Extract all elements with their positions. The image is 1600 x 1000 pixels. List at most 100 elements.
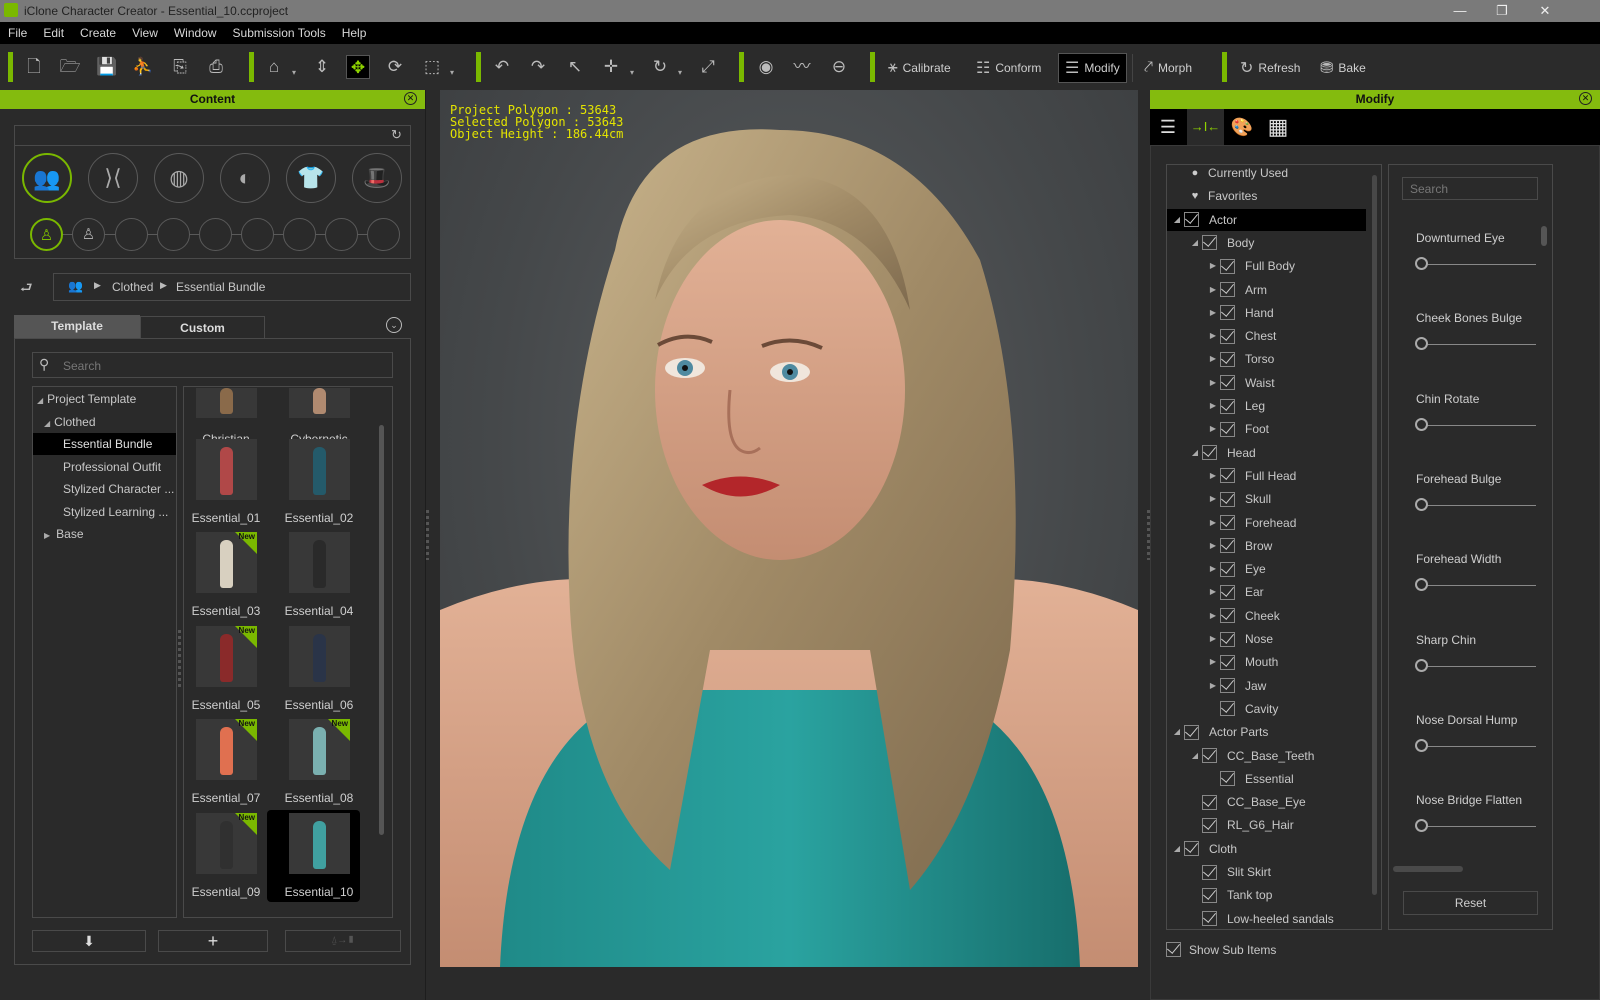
morph-tree-item[interactable]: ▶ Full Head (1206, 465, 1296, 487)
rotate-icon[interactable]: ↻ (648, 55, 672, 79)
morph-tree-item[interactable]: ▶ Torso (1206, 348, 1274, 370)
empty-slot[interactable] (157, 218, 190, 251)
slider-knob[interactable] (1415, 257, 1428, 270)
checkbox[interactable] (1220, 701, 1235, 717)
checkbox[interactable] (1220, 258, 1235, 274)
morph-tree-item[interactable]: ▶ Ear (1206, 581, 1264, 603)
morph-category-icon[interactable]: ⟩⟨ (88, 153, 138, 203)
tree-item[interactable]: ◢ Clothed (33, 411, 176, 433)
menu-submission-tools[interactable]: Submission Tools (225, 22, 334, 44)
item-thumbnail[interactable] (289, 388, 350, 418)
checkbox[interactable] (1220, 561, 1235, 577)
slider-track[interactable] (1421, 344, 1536, 346)
scale-icon[interactable]: ⤢ (696, 55, 720, 79)
appearance-tab-icon[interactable]: 🎨 (1224, 109, 1260, 145)
checkbox[interactable] (1220, 654, 1235, 670)
checkbox[interactable] (1202, 794, 1217, 810)
open-folder-icon[interactable]: 🗁 (58, 55, 82, 79)
menu-window[interactable]: Window (166, 22, 225, 44)
empty-slot[interactable] (241, 218, 274, 251)
morph-tree-item[interactable]: Low-heeled sandals (1188, 908, 1334, 930)
breadcrumb-item[interactable]: Clothed (112, 280, 153, 294)
save-icon[interactable]: 💾 (95, 55, 119, 79)
morph-tree-item[interactable]: ♥ Favorites (1188, 185, 1258, 207)
morph-tree-item[interactable]: ◢ CC_Base_Teeth (1188, 745, 1314, 767)
checkbox[interactable] (1202, 445, 1217, 461)
item-thumbnail[interactable]: New (289, 719, 350, 780)
item-thumbnail[interactable] (196, 388, 257, 418)
menu-view[interactable]: View (124, 22, 166, 44)
move-icon[interactable]: ✛ (599, 55, 623, 79)
item-thumbnail[interactable]: New (196, 532, 257, 593)
morph-tree-item[interactable]: RL_G6_Hair (1188, 814, 1294, 836)
checkbox[interactable] (1220, 328, 1235, 344)
collapsed-icon[interactable]: ▶ (1206, 605, 1220, 627)
morph-tree-item[interactable]: ▶ Brow (1206, 535, 1272, 557)
slider-track[interactable] (1421, 424, 1536, 426)
add-button[interactable]: + (158, 930, 268, 952)
slider-track[interactable] (1421, 826, 1536, 828)
chevron-down-icon[interactable]: ⌄ (386, 317, 402, 333)
morph-tree-item[interactable]: ▶ Arm (1206, 279, 1267, 301)
tree-item[interactable]: ◢ Project Template (33, 388, 176, 410)
apply-button[interactable]: ⬇ (32, 930, 146, 952)
scrollbar[interactable] (1372, 175, 1377, 895)
expanded-icon[interactable]: ◢ (1188, 232, 1202, 254)
collapsed-icon[interactable]: ▶ (1206, 325, 1220, 347)
expanded-icon[interactable]: ◢ (1170, 721, 1184, 743)
morph-tree-item[interactable]: ▶ Chest (1206, 325, 1276, 347)
clothed-subcategory-icon[interactable]: ♙ (30, 218, 63, 251)
slider-track[interactable] (1421, 665, 1536, 667)
menu-edit[interactable]: Edit (35, 22, 72, 44)
show-sub-items-checkbox[interactable]: Show Sub Items (1166, 942, 1276, 957)
collapsed-icon[interactable]: ▶ (1206, 302, 1220, 324)
import-icon[interactable]: ⎘ (168, 55, 192, 79)
morph-tree-item[interactable]: ▶ Foot (1206, 418, 1269, 440)
collapsed-icon[interactable]: ▶ (1206, 279, 1220, 301)
tree-item[interactable]: Stylized Character ... (33, 478, 176, 500)
collapsed-icon[interactable]: ▶ (1206, 395, 1220, 417)
slider-knob[interactable] (1415, 417, 1428, 431)
morph-tree-item[interactable]: ◢ Body (1188, 232, 1254, 254)
checkbox[interactable] (1220, 538, 1235, 554)
breadcrumb-item[interactable]: Essential Bundle (176, 280, 265, 294)
collapsed-icon[interactable]: ▶ (1206, 255, 1220, 277)
slider-track[interactable] (1421, 264, 1536, 265)
item-thumbnail[interactable] (196, 438, 257, 500)
export-character-icon[interactable]: ⛹ (131, 55, 155, 79)
expanded-icon[interactable]: ◢ (1188, 745, 1202, 767)
checkbox[interactable] (1220, 491, 1235, 507)
checkbox[interactable] (1220, 631, 1235, 647)
close-panel-icon[interactable]: ✕ (404, 92, 417, 105)
tree-item[interactable]: Essential Bundle (33, 433, 176, 455)
morph-tree-item[interactable]: ▶ Mouth (1206, 651, 1278, 673)
item-thumbnail[interactable] (289, 625, 350, 687)
3d-viewport[interactable] (440, 90, 1138, 967)
collapsed-icon[interactable]: ▶ (1206, 465, 1220, 487)
checkbox[interactable] (1220, 678, 1235, 694)
morph-tree-item[interactable]: ● Currently Used (1188, 162, 1288, 184)
refresh-button[interactable]: ↻ Refresh (1234, 53, 1306, 83)
morph-tree-item[interactable]: CC_Base_Eye (1188, 791, 1306, 813)
restore-button[interactable]: ❐ (1487, 2, 1517, 20)
checkbox[interactable] (1202, 748, 1217, 763)
material-category-icon[interactable]: ◍ (154, 153, 204, 203)
checkbox[interactable] (1220, 468, 1235, 484)
morph-tree-item[interactable]: Slit Skirt (1188, 861, 1271, 883)
menu-create[interactable]: Create (72, 22, 124, 44)
home-view-icon[interactable]: ⌂ (262, 55, 286, 79)
morph-tree-item[interactable]: ▶ Nose (1206, 628, 1273, 650)
morph-tree-item[interactable]: ▶ Cheek (1206, 605, 1280, 627)
base-subcategory-icon[interactable]: ♙ (72, 218, 105, 251)
chevron-down-icon[interactable]: ▾ (450, 68, 454, 77)
morph-tree-item[interactable]: ▶ Skull (1206, 488, 1271, 510)
morph-tree-item[interactable]: ▶ Eye (1206, 558, 1266, 580)
menu-help[interactable]: Help (334, 22, 375, 44)
collapsed-icon[interactable]: ▶ (1206, 348, 1220, 370)
calibrate-button[interactable]: ⚹ Calibrate (882, 53, 957, 83)
frame-view-icon[interactable]: ⬚ (420, 55, 444, 79)
checkbox[interactable] (1220, 282, 1235, 297)
undo-icon[interactable]: ↶ (490, 55, 514, 79)
morph-tree-item[interactable]: ▶ Leg (1206, 395, 1265, 417)
empty-slot[interactable] (283, 218, 316, 251)
